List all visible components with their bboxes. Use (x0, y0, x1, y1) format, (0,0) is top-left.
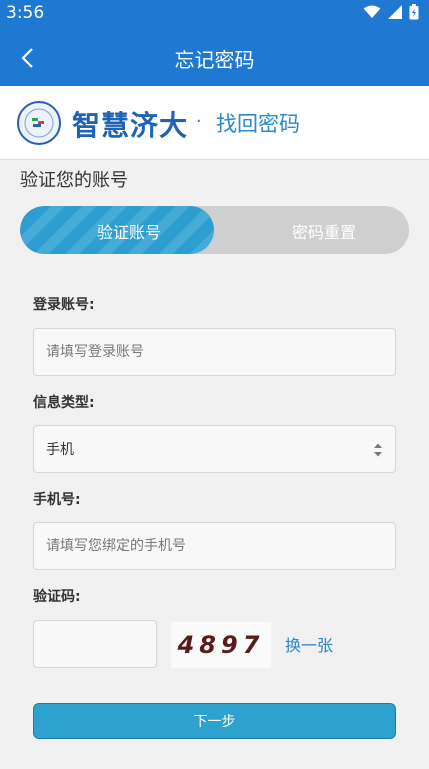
step-label-verify: 验证账号 (97, 223, 162, 242)
page-title: 忘记密码 (174, 48, 255, 72)
brand-separator: · (196, 111, 202, 132)
brand-banner: 智慧济大 · 找回密码 (0, 86, 429, 160)
brand-name: 智慧济大 (72, 109, 189, 142)
brand-subtitle: 找回密码 (216, 112, 300, 136)
status-time: 3:56 (6, 3, 45, 23)
captcha-image[interactable]: 4897 (171, 622, 271, 668)
refresh-captcha-link[interactable]: 换一张 (285, 632, 333, 656)
account-input[interactable] (46, 344, 395, 360)
status-icons (363, 4, 419, 20)
captcha-input[interactable] (33, 620, 157, 668)
next-step-button[interactable]: 下一步 (33, 703, 396, 739)
signal-icon (388, 5, 402, 19)
status-bar: 3:56 (0, 0, 429, 28)
phone-input[interactable] (46, 538, 395, 554)
info-type-select[interactable]: 手机 (33, 425, 396, 473)
select-arrows-icon (374, 443, 382, 457)
account-field[interactable] (33, 328, 396, 376)
info-type-label: 信息类型: (33, 395, 95, 411)
captcha-label: 验证码: (33, 589, 81, 605)
progress-stepper: 验证账号 密码重置 (20, 206, 409, 254)
info-type-value: 手机 (46, 442, 74, 458)
step-label-reset: 密码重置 (292, 223, 357, 242)
wifi-icon (363, 5, 381, 18)
battery-icon (409, 4, 419, 20)
section-title: 验证您的账号 (20, 170, 128, 191)
phone-field[interactable] (33, 522, 396, 570)
logo-icon (17, 101, 61, 145)
phone-label: 手机号: (33, 492, 81, 508)
nav-bar: 忘记密码 (0, 28, 429, 87)
captcha-text: 4897 (177, 631, 265, 659)
account-label: 登录账号: (33, 297, 95, 313)
